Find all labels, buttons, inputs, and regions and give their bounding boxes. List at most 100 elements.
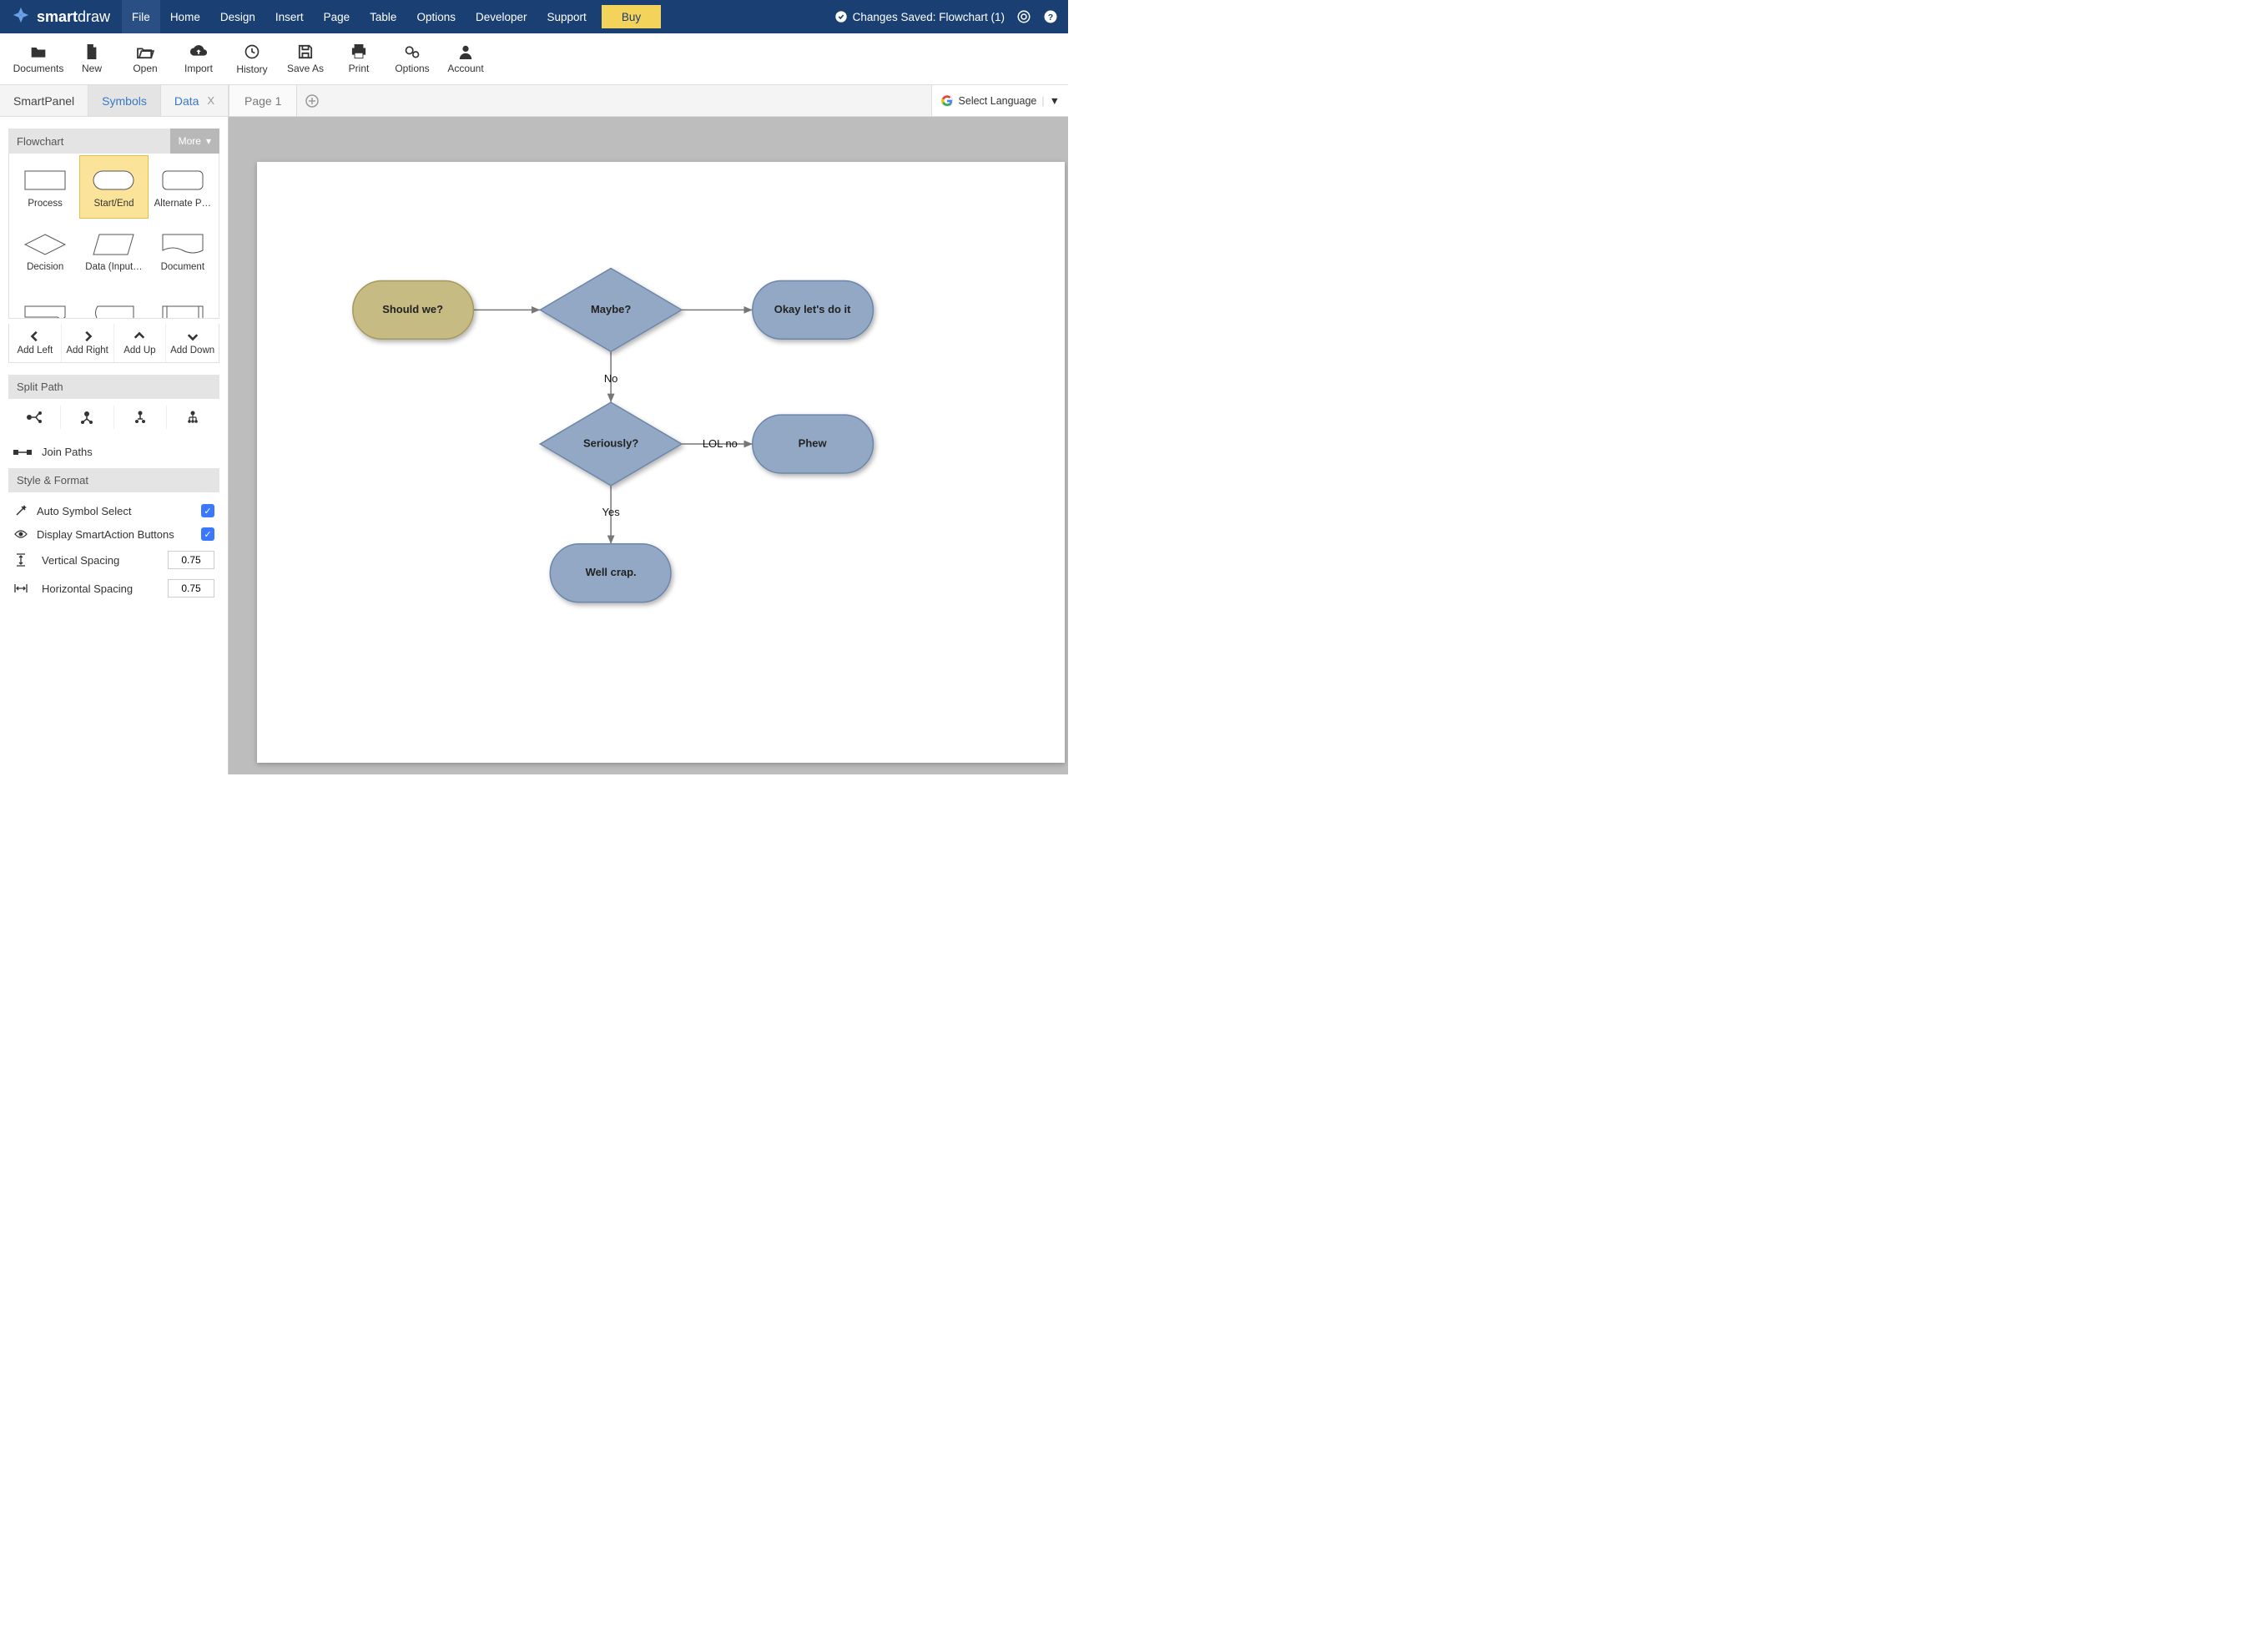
tool-print[interactable]: Print — [332, 33, 386, 84]
edge-label-lolno: LOL no — [703, 437, 738, 450]
canvas-page[interactable]: No LOL no Yes Should we? Maybe? — [257, 162, 1065, 763]
menu-insert[interactable]: Insert — [265, 0, 314, 33]
shape-process[interactable]: Process — [11, 155, 79, 219]
clock-icon — [244, 43, 260, 60]
tool-new[interactable]: New — [65, 33, 118, 84]
shape-document[interactable]: Document — [149, 219, 217, 282]
node-start[interactable]: Should we? — [353, 280, 474, 339]
menu-page[interactable]: Page — [314, 0, 360, 33]
arrow-up-icon — [134, 330, 145, 342]
wand-icon — [13, 504, 28, 517]
save-status-text: Changes Saved: Flowchart (1) — [853, 11, 1005, 23]
diagram-svg[interactable]: No LOL no Yes Should we? Maybe? — [257, 162, 1065, 763]
sidebar: Flowchart More ▾ Process Start/End Alter… — [0, 117, 229, 774]
split-icon — [78, 411, 95, 424]
split-icon — [184, 411, 201, 424]
flowchart-section-header: Flowchart More ▾ — [8, 129, 219, 154]
menu-right: Changes Saved: Flowchart (1) ? — [834, 0, 1068, 33]
canvas-area[interactable]: No LOL no Yes Should we? Maybe? — [229, 117, 1068, 774]
buy-button[interactable]: Buy — [602, 5, 661, 28]
split-2-button[interactable] — [61, 406, 113, 429]
join-paths-button[interactable]: Join Paths — [8, 436, 219, 468]
tool-import[interactable]: Import — [172, 33, 225, 84]
tab-smartpanel[interactable]: SmartPanel — [0, 85, 88, 116]
tab-symbols[interactable]: Symbols — [88, 85, 161, 116]
help-icon[interactable]: ? — [1043, 9, 1058, 24]
style-list: Auto Symbol Select ✓ Display SmartAction… — [8, 492, 219, 603]
add-up-button[interactable]: Add Up — [114, 324, 167, 362]
join-icon — [13, 446, 32, 458]
menu-options[interactable]: Options — [406, 0, 466, 33]
menu-developer[interactable]: Developer — [466, 0, 537, 33]
shape-altprocess[interactable]: Alternate P… — [149, 155, 217, 219]
shape-palette: Process Start/End Alternate P… Decision … — [8, 154, 219, 319]
toolbar: Documents New Open Import History Save A… — [0, 33, 1068, 85]
add-left-button[interactable]: Add Left — [9, 324, 62, 362]
node-seriously[interactable]: Seriously? — [540, 402, 682, 486]
tab-data[interactable]: Data X — [161, 85, 229, 116]
shape-startend[interactable]: Start/End — [79, 155, 148, 219]
node-phew[interactable]: Phew — [753, 415, 874, 473]
split-icon — [26, 411, 43, 424]
tab-strip: SmartPanel Symbols Data X Page 1 Select … — [0, 85, 1068, 117]
svg-text:Phew: Phew — [799, 436, 828, 449]
print-icon — [350, 44, 367, 59]
svg-text:Okay let's do it: Okay let's do it — [774, 303, 851, 315]
add-direction-row: Add Left Add Right Add Up Add Down — [8, 324, 219, 363]
tool-history[interactable]: History — [225, 33, 279, 84]
auto-symbol-row: Auto Symbol Select ✓ — [12, 499, 216, 522]
arrow-right-icon — [82, 330, 93, 342]
vspacing-icon — [13, 553, 28, 567]
tool-account[interactable]: Account — [439, 33, 492, 84]
node-maybe[interactable]: Maybe? — [540, 268, 682, 351]
menu-support[interactable]: Support — [537, 0, 597, 33]
tool-saveas[interactable]: Save As — [279, 33, 332, 84]
shape-extra2[interactable] — [79, 282, 148, 319]
style-section-header: Style & Format — [8, 468, 219, 492]
page-tab-1[interactable]: Page 1 — [229, 85, 297, 116]
hspacing-row: Horizontal Spacing — [12, 574, 216, 603]
file-icon — [85, 44, 98, 59]
tool-documents[interactable]: Documents — [12, 33, 65, 84]
save-icon — [298, 44, 313, 59]
node-crap[interactable]: Well crap. — [550, 544, 671, 603]
node-okay[interactable]: Okay let's do it — [753, 280, 874, 339]
folder-open-icon — [136, 44, 154, 59]
arrow-left-icon — [29, 330, 41, 342]
split-1-button[interactable] — [8, 406, 61, 429]
split-icon — [132, 411, 149, 424]
hspacing-input[interactable] — [168, 579, 214, 598]
split-4-button[interactable] — [167, 406, 219, 429]
menu-table[interactable]: Table — [360, 0, 406, 33]
close-icon[interactable]: X — [207, 94, 214, 107]
more-button[interactable]: More ▾ — [170, 129, 219, 154]
vspacing-row: Vertical Spacing — [12, 546, 216, 574]
shape-extra1[interactable] — [11, 282, 79, 319]
tool-options[interactable]: Options — [386, 33, 439, 84]
menu-file[interactable]: File — [122, 0, 160, 33]
svg-text:Should we?: Should we? — [382, 303, 443, 315]
add-page-button[interactable] — [297, 85, 327, 116]
tool-open[interactable]: Open — [118, 33, 172, 84]
display-smart-checkbox[interactable]: ✓ — [201, 527, 214, 541]
lifesaver-icon[interactable] — [1016, 9, 1031, 24]
logo-icon — [12, 6, 30, 28]
svg-text:?: ? — [1048, 13, 1053, 23]
split-3-button[interactable] — [114, 406, 167, 429]
menu-home[interactable]: Home — [160, 0, 210, 33]
menu-items: File Home Design Insert Page Table Optio… — [122, 0, 597, 33]
add-right-button[interactable]: Add Right — [62, 324, 114, 362]
page-tabs: Page 1 Select Language | ▼ — [229, 85, 1068, 116]
svg-text:Maybe?: Maybe? — [591, 303, 631, 315]
cloud-up-icon — [189, 44, 208, 59]
main-area: Flowchart More ▾ Process Start/End Alter… — [0, 117, 1068, 774]
shape-data[interactable]: Data (Input… — [79, 219, 148, 282]
shape-decision[interactable]: Decision — [11, 219, 79, 282]
shape-extra3[interactable] — [149, 282, 217, 319]
user-icon — [458, 44, 473, 59]
menu-design[interactable]: Design — [210, 0, 265, 33]
language-selector[interactable]: Select Language | ▼ — [931, 85, 1068, 116]
auto-symbol-checkbox[interactable]: ✓ — [201, 504, 214, 517]
add-down-button[interactable]: Add Down — [166, 324, 219, 362]
vspacing-input[interactable] — [168, 551, 214, 569]
